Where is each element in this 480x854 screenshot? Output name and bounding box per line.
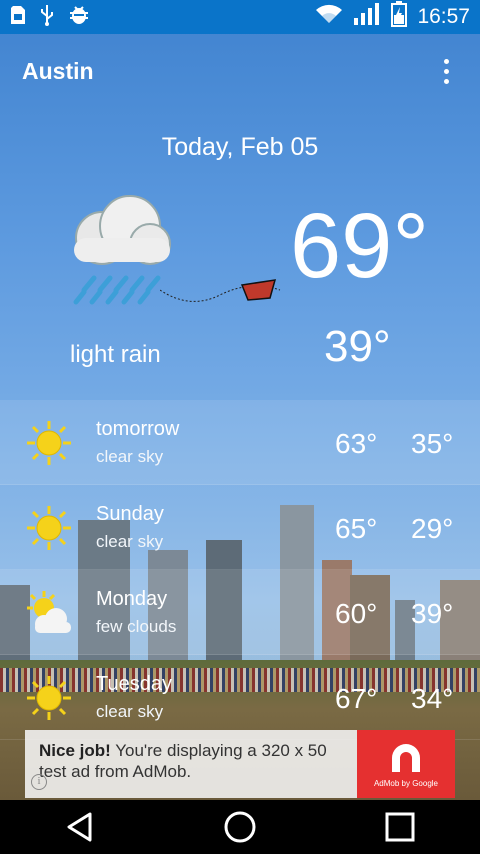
android-debug-icon <box>68 5 90 30</box>
forecast-high: 63° <box>335 428 378 459</box>
today-date: Today, Feb 05 <box>161 133 319 161</box>
forecast-row[interactable]: Monday few clouds 60° 39° <box>0 570 480 655</box>
recents-icon[interactable] <box>370 800 430 854</box>
forecast-day: Tuesday <box>96 673 172 695</box>
signal-icon <box>353 2 381 32</box>
forecast-row[interactable]: Sunday clear sky 65° 29° <box>0 485 480 570</box>
status-bar: 16:57 <box>0 0 480 34</box>
forecast-row[interactable]: tomorrow clear sky 63° 35° <box>0 400 480 485</box>
forecast-high: 67° <box>335 683 378 714</box>
light-rain-icon <box>62 192 180 310</box>
ad-info-icon[interactable]: i <box>31 774 47 790</box>
forecast-low: 35° <box>411 428 454 459</box>
forecast-row[interactable]: Tuesday clear sky 67° 34° <box>0 655 480 740</box>
ad-headline: Nice job! <box>39 741 111 760</box>
overflow-menu-icon[interactable] <box>434 51 458 91</box>
forecast-desc: clear sky <box>96 702 164 721</box>
forecast-desc: clear sky <box>96 532 164 551</box>
app-bar: Austin <box>0 34 480 108</box>
ad-text: Nice job! You're displaying a 320 x 50 t… <box>25 730 357 798</box>
forecast-low: 39° <box>411 598 454 629</box>
today-low-temp: 39° <box>324 322 391 371</box>
navigation-bar <box>0 800 480 854</box>
battery-charging-icon <box>391 1 408 33</box>
usb-icon <box>40 4 54 31</box>
few-clouds-icon <box>26 590 72 636</box>
forecast-desc: few clouds <box>96 617 177 636</box>
today-high-temp: 69° <box>290 195 430 297</box>
wifi-icon <box>315 3 343 31</box>
home-icon[interactable] <box>210 800 270 854</box>
sd-card-icon <box>10 5 26 30</box>
forecast-day: tomorrow <box>96 418 180 440</box>
sun-icon <box>26 420 72 466</box>
forecast-day: Sunday <box>96 503 164 525</box>
forecast-low: 29° <box>411 513 454 544</box>
forecast-day: Monday <box>96 588 168 610</box>
forecast-high: 60° <box>335 598 378 629</box>
forecast-low: 34° <box>411 683 454 714</box>
forecast-desc: clear sky <box>96 447 164 466</box>
sun-icon <box>26 505 72 551</box>
city-title: Austin <box>22 57 94 84</box>
clock: 16:57 <box>417 5 470 28</box>
admob-logo[interactable]: AdMob by Google <box>357 730 455 798</box>
forecast-list: tomorrow clear sky 63° 35° Sunday clear … <box>0 400 480 740</box>
admob-caption: AdMob by Google <box>373 778 439 788</box>
sun-icon <box>26 675 72 721</box>
today-condition: light rain <box>70 341 161 368</box>
forecast-high: 65° <box>335 513 378 544</box>
ad-banner[interactable]: Nice job! You're displaying a 320 x 50 t… <box>25 730 455 798</box>
back-icon[interactable] <box>50 800 110 854</box>
